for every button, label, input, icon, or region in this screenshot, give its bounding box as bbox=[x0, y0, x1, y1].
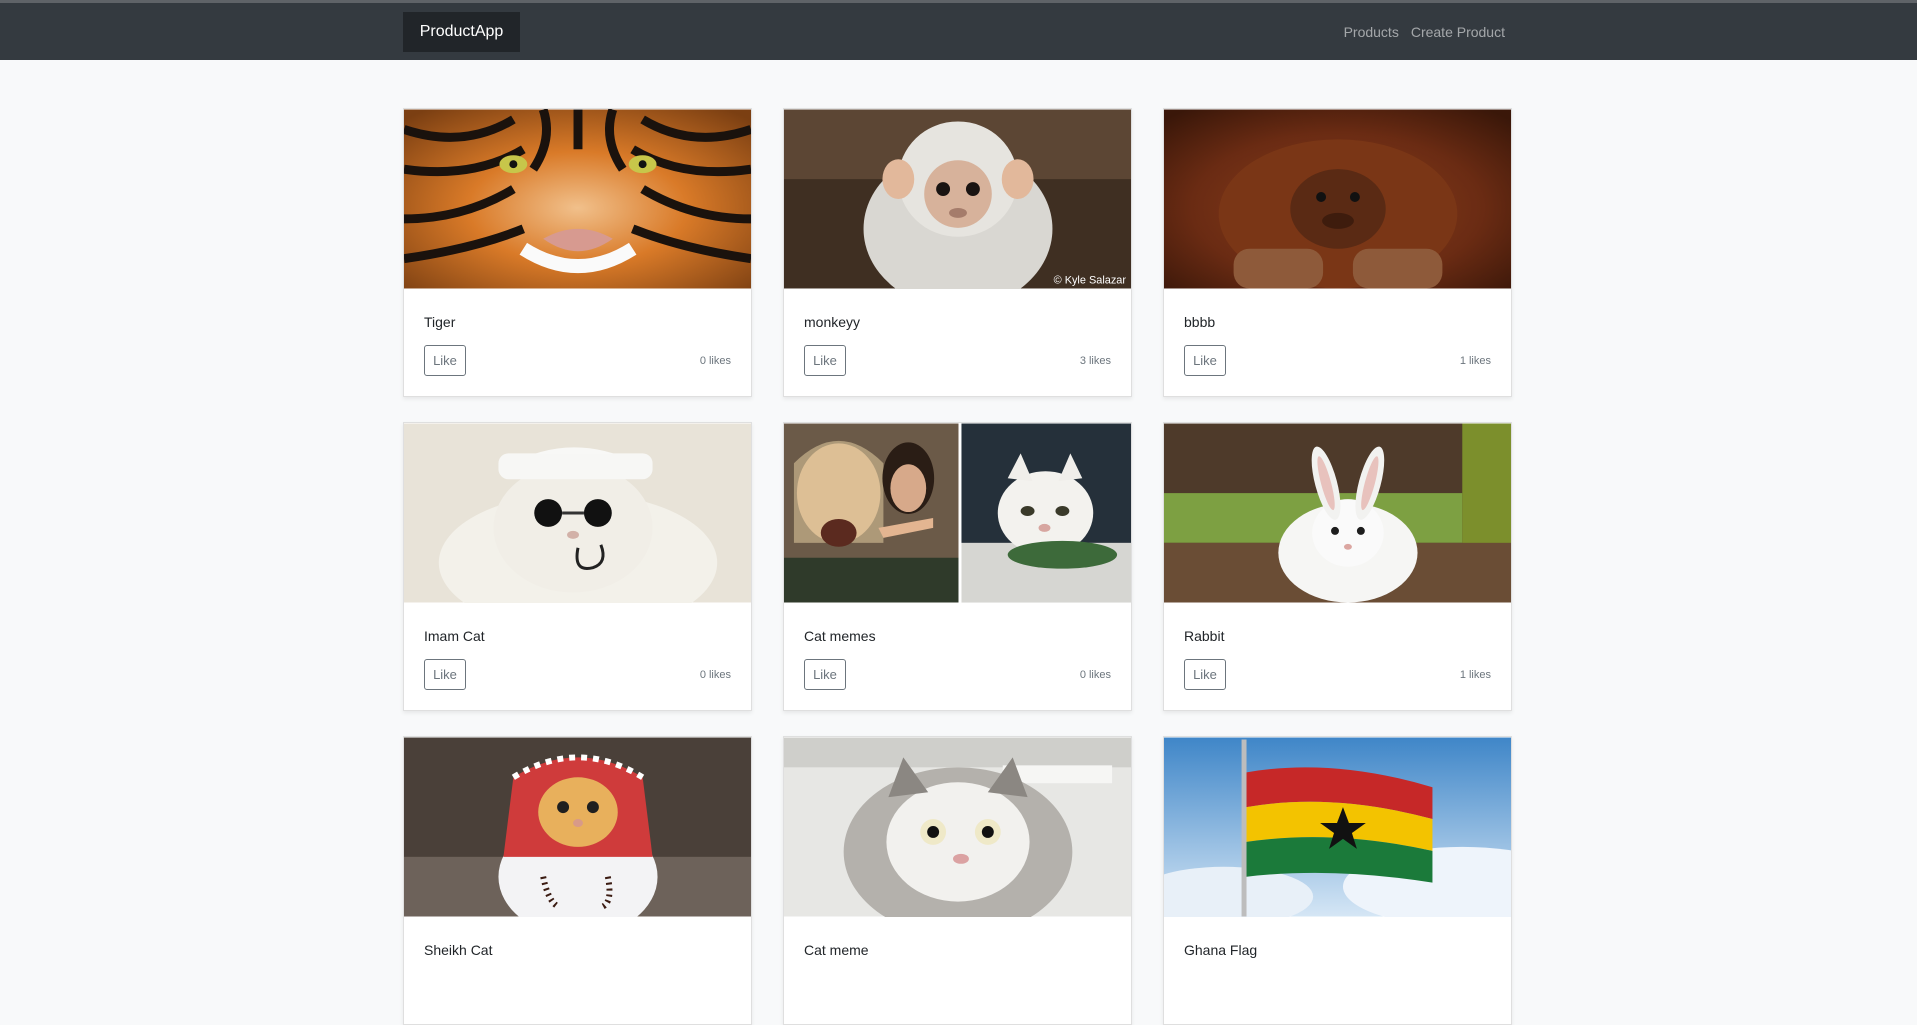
image-credit: © Kyle Salazar bbox=[1054, 275, 1127, 287]
product-card: Imam Cat Like 0 likes bbox=[403, 422, 752, 711]
product-card: Rabbit Like 1 likes bbox=[1163, 422, 1512, 711]
likes-count: 0 likes bbox=[1079, 669, 1111, 681]
product-title: Ghana Flag bbox=[1184, 942, 1258, 958]
product-image-tiger bbox=[404, 109, 751, 289]
product-title: Imam Cat bbox=[424, 628, 485, 644]
like-button[interactable]: Like bbox=[424, 345, 466, 376]
likes-count: 3 likes bbox=[1079, 355, 1111, 367]
product-card: Ghana Flag bbox=[1163, 736, 1512, 1025]
likes-count: 1 likes bbox=[1459, 355, 1491, 367]
product-card: Tiger Like 0 likes bbox=[403, 108, 752, 397]
like-button[interactable]: Like bbox=[1184, 659, 1226, 690]
like-button[interactable]: Like bbox=[1184, 345, 1226, 376]
product-image-cat-meme bbox=[784, 737, 1131, 917]
product-image-cat-meme-yelling bbox=[784, 423, 1131, 603]
product-image-ghana-flag bbox=[1164, 737, 1511, 917]
likes-count: 1 likes bbox=[1459, 669, 1491, 681]
product-title: Sheikh Cat bbox=[424, 942, 493, 958]
product-grid: Tiger Like 0 likes © Kyle Salazar monkey… bbox=[403, 108, 1513, 1025]
likes-count: 0 likes bbox=[699, 355, 731, 367]
product-card: Cat memes Like 0 likes bbox=[783, 422, 1132, 711]
product-title: bbbb bbox=[1184, 314, 1216, 330]
product-card: Sheikh Cat bbox=[403, 736, 752, 1025]
product-image-cat-with-cap bbox=[404, 423, 751, 603]
product-title: monkeyy bbox=[804, 314, 861, 330]
product-title: Rabbit bbox=[1184, 628, 1225, 644]
product-card: © Kyle Salazar monkeyy Like 3 likes bbox=[783, 108, 1132, 397]
like-button[interactable]: Like bbox=[424, 659, 466, 690]
product-image-sheikh-cat bbox=[404, 737, 751, 917]
likes-count: 0 likes bbox=[699, 669, 731, 681]
product-card: Cat meme bbox=[783, 736, 1132, 1025]
product-title: Cat memes bbox=[804, 628, 876, 644]
product-card: bbbb Like 1 likes bbox=[1163, 108, 1512, 397]
product-title: Cat meme bbox=[804, 942, 869, 958]
nav-link-products[interactable]: Products bbox=[1344, 24, 1399, 40]
brand-link[interactable]: ProductApp bbox=[403, 12, 520, 52]
like-button[interactable]: Like bbox=[804, 345, 846, 376]
nav-links: Products Create Product bbox=[1344, 24, 1505, 40]
product-image-rabbit bbox=[1164, 423, 1511, 603]
product-image-monkey: © Kyle Salazar bbox=[784, 109, 1131, 289]
top-navbar: ProductApp Products Create Product bbox=[0, 3, 1917, 60]
product-title: Tiger bbox=[424, 314, 456, 330]
like-button[interactable]: Like bbox=[804, 659, 846, 690]
product-image-orangutan bbox=[1164, 109, 1511, 289]
nav-link-create-product[interactable]: Create Product bbox=[1411, 24, 1505, 40]
